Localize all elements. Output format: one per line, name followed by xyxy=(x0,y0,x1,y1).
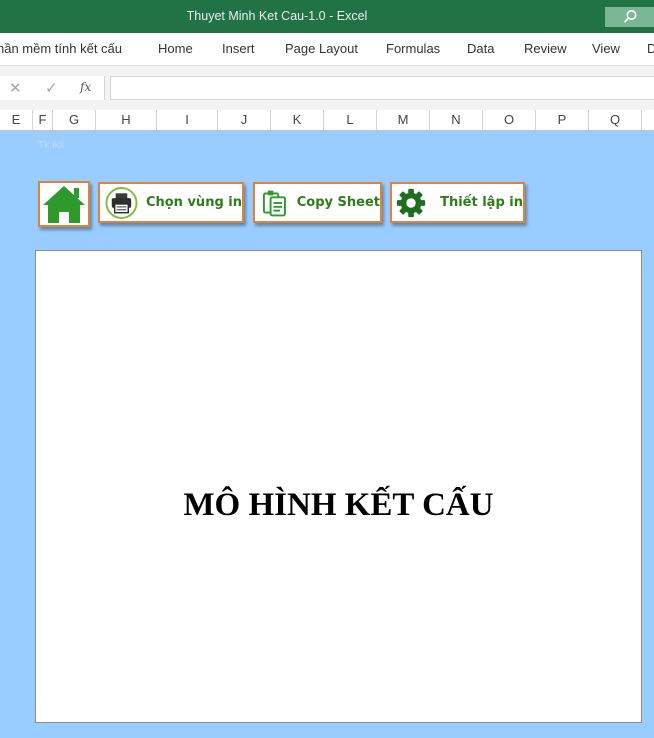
column-headers: E F G H I J K L M N O P Q xyxy=(0,110,654,131)
tab-home[interactable]: Home xyxy=(158,41,193,56)
printer-icon xyxy=(105,186,138,219)
title-bar: Thuyet Minh Ket Cau-1.0 - Excel xyxy=(0,0,654,33)
tab-data[interactable]: Data xyxy=(467,41,494,56)
formula-bar: ✕ ✓ fx xyxy=(0,66,654,110)
search-button[interactable] xyxy=(605,7,654,27)
column-header[interactable]: P xyxy=(536,110,589,130)
column-header[interactable]: H xyxy=(96,110,157,130)
tab-formulas[interactable]: Formulas xyxy=(386,41,440,56)
tab-view[interactable]: View xyxy=(592,41,620,56)
copy-document-icon xyxy=(262,190,286,216)
column-header[interactable]: E xyxy=(0,110,33,130)
tab-review[interactable]: Review xyxy=(524,41,567,56)
function-icon[interactable]: fx xyxy=(80,80,91,94)
home-icon xyxy=(43,186,85,223)
enter-icon[interactable]: ✓ xyxy=(45,79,58,97)
window-title: Thuyet Minh Ket Cau-1.0 - Excel xyxy=(186,9,368,23)
column-header[interactable]: I xyxy=(157,110,218,130)
formula-input[interactable] xyxy=(110,76,654,100)
panel-heading: MÔ HÌNH KẾT CẤU xyxy=(183,487,494,523)
home-button[interactable] xyxy=(38,181,90,227)
column-header[interactable]: J xyxy=(218,110,271,130)
tab-custom-addin[interactable]: hần mềm tính kết cấu xyxy=(0,41,122,56)
column-header[interactable]: F xyxy=(33,110,53,130)
column-header[interactable]: L xyxy=(324,110,377,130)
tab-insert[interactable]: Insert xyxy=(222,41,255,56)
gear-icon xyxy=(396,188,426,217)
select-print-area-label: Chọn vùng in xyxy=(145,195,242,210)
column-header[interactable]: K xyxy=(271,110,324,130)
faint-cell-text: Tk Ikli xyxy=(38,140,65,151)
search-icon xyxy=(623,10,636,23)
column-header[interactable]: Q xyxy=(589,110,642,130)
column-header[interactable]: O xyxy=(483,110,536,130)
copy-sheet-label: Copy Sheet xyxy=(296,195,380,210)
copy-sheet-button[interactable]: Copy Sheet xyxy=(253,182,382,223)
structure-model-panel: MÔ HÌNH KẾT CẤU xyxy=(35,250,642,723)
select-print-area-button[interactable]: Chọn vùng in xyxy=(98,182,244,223)
ribbon-tabs: hần mềm tính kết cấu Home Insert Page La… xyxy=(0,33,654,66)
column-header[interactable]: G xyxy=(53,110,96,130)
tab-developer[interactable]: D xyxy=(647,41,654,56)
formula-bar-controls: ✕ ✓ fx xyxy=(0,76,105,100)
print-setup-label: Thiết lập in xyxy=(440,195,523,210)
column-header[interactable]: N xyxy=(430,110,483,130)
print-setup-button[interactable]: Thiết lập in xyxy=(390,182,525,223)
tab-page-layout[interactable]: Page Layout xyxy=(285,41,358,56)
column-header[interactable]: M xyxy=(377,110,430,130)
cancel-icon[interactable]: ✕ xyxy=(9,79,22,97)
